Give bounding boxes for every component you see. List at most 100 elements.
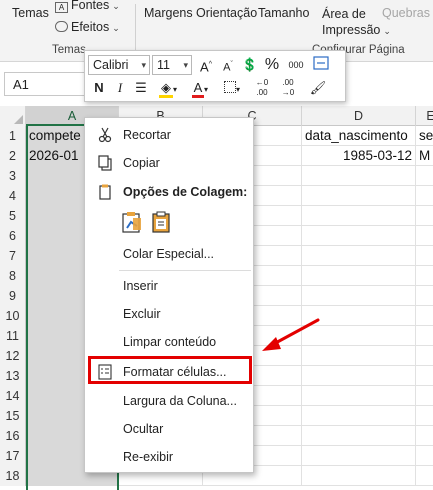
row-header[interactable]: 16 <box>0 426 26 446</box>
format-painter-icon[interactable]: 🖌 <box>307 78 329 98</box>
chevron-down-icon: ⌄ <box>383 26 391 36</box>
tamanho-button[interactable]: Tamanho <box>258 6 309 20</box>
cell-d[interactable] <box>302 246 416 266</box>
cell-e[interactable] <box>416 286 433 306</box>
decrease-font-icon[interactable]: Aˇ <box>219 55 237 75</box>
cell-e[interactable] <box>416 406 433 426</box>
cell-d[interactable]: 1985-03-12 <box>302 146 416 166</box>
menu-item-colar-especial[interactable]: Colar Especial... <box>86 241 252 267</box>
menu-item-formatar-celulas[interactable]: Formatar células... <box>86 359 252 385</box>
menu-item-recortar[interactable]: Recortar <box>86 122 252 148</box>
cell-d[interactable] <box>302 286 416 306</box>
cell-d[interactable] <box>302 226 416 246</box>
increase-decimal-icon[interactable]: ←0.00 <box>251 78 273 98</box>
font-name-select[interactable]: Calibri ▾ <box>88 55 150 75</box>
merge-center-icon[interactable] <box>311 55 331 75</box>
row-header[interactable]: 1 <box>0 126 26 146</box>
menu-item-limpar-conteudo[interactable]: Limpar conteúdo <box>86 329 252 355</box>
cell-e[interactable] <box>416 306 433 326</box>
cell-e[interactable] <box>416 226 433 246</box>
cell-d[interactable] <box>302 326 416 346</box>
temas-button[interactable]: Temas <box>12 6 49 20</box>
cell-d[interactable] <box>302 406 416 426</box>
font-color-icon[interactable]: A ▾ <box>187 78 213 98</box>
scissors-icon <box>98 127 112 143</box>
area-impressao-button[interactable]: Área de Impressão ⌄ <box>322 6 391 39</box>
cell-e[interactable]: M <box>416 146 433 166</box>
cell-e[interactable] <box>416 326 433 346</box>
cell-e[interactable] <box>416 246 433 266</box>
select-all-corner[interactable] <box>0 106 26 126</box>
chevron-down-icon: ⌄ <box>112 23 120 33</box>
row-header[interactable]: 11 <box>0 326 26 346</box>
row-header[interactable]: 3 <box>0 166 26 186</box>
paste-icon[interactable] <box>151 210 173 234</box>
cell-d[interactable] <box>302 266 416 286</box>
bold-button[interactable]: N <box>91 78 107 98</box>
cell-e[interactable]: se <box>416 126 433 146</box>
row-header[interactable]: 5 <box>0 206 26 226</box>
row-header[interactable]: 6 <box>0 226 26 246</box>
cell-d[interactable] <box>302 206 416 226</box>
row-header[interactable]: 18 <box>0 466 26 486</box>
cell-d[interactable] <box>302 186 416 206</box>
row-header[interactable]: 10 <box>0 306 26 326</box>
cell-d[interactable] <box>302 166 416 186</box>
cell-d[interactable] <box>302 386 416 406</box>
row-header[interactable]: 7 <box>0 246 26 266</box>
cell-e[interactable] <box>416 266 433 286</box>
cell-e[interactable] <box>416 346 433 366</box>
cell-e[interactable] <box>416 186 433 206</box>
paste-formulas-icon[interactable] <box>121 210 143 234</box>
cell-d[interactable] <box>302 306 416 326</box>
comma-style-icon[interactable]: 000 <box>285 55 307 75</box>
row-header[interactable]: 2 <box>0 146 26 166</box>
italic-button[interactable]: I <box>112 78 128 98</box>
cell-e[interactable] <box>416 166 433 186</box>
cell-e[interactable] <box>416 426 433 446</box>
column-header-d[interactable]: D <box>302 106 416 126</box>
cell-e[interactable] <box>416 366 433 386</box>
increase-font-icon[interactable]: A^ <box>197 55 215 75</box>
menu-item-largura-coluna[interactable]: Largura da Coluna... <box>86 388 252 414</box>
cell-e[interactable] <box>416 446 433 466</box>
menu-item-excluir[interactable]: Excluir <box>86 301 252 327</box>
efeitos-button[interactable]: Efeitos ⌄ <box>55 20 120 34</box>
decrease-decimal-icon[interactable]: .00 →0 <box>277 78 299 98</box>
menu-separator <box>119 357 251 358</box>
cell-d[interactable] <box>302 446 416 466</box>
borders-icon[interactable]: ▾ <box>219 78 245 98</box>
margens-button[interactable]: Margens <box>144 6 193 20</box>
fill-color-icon[interactable]: ◈ ▾ <box>155 78 181 98</box>
column-header-e[interactable]: E <box>416 106 433 126</box>
font-size-select[interactable]: 11 ▾ <box>152 55 192 75</box>
row-header[interactable]: 13 <box>0 366 26 386</box>
cell-d[interactable]: data_nascimento <box>302 126 416 146</box>
cell-d[interactable] <box>302 466 416 486</box>
cell-d[interactable] <box>302 346 416 366</box>
row-header[interactable]: 8 <box>0 266 26 286</box>
cell-e[interactable] <box>416 206 433 226</box>
row-header[interactable]: 17 <box>0 446 26 466</box>
cell-d[interactable] <box>302 366 416 386</box>
row-header[interactable]: 4 <box>0 186 26 206</box>
menu-item-reexibir[interactable]: Re-exibir <box>86 444 252 470</box>
row-header[interactable]: 9 <box>0 286 26 306</box>
menu-item-inserir[interactable]: Inserir <box>86 273 252 299</box>
quebras-button[interactable]: Quebras <box>382 6 430 20</box>
orientacao-button[interactable]: Orientação <box>196 6 257 20</box>
cell-d[interactable] <box>302 426 416 446</box>
menu-label-recortar: Recortar <box>123 128 171 142</box>
row-header[interactable]: 14 <box>0 386 26 406</box>
cell-e[interactable] <box>416 466 433 486</box>
cell-e[interactable] <box>416 386 433 406</box>
percent-style-icon[interactable]: % <box>263 55 281 75</box>
align-center-icon[interactable]: ☰ <box>133 78 149 98</box>
menu-item-copiar[interactable]: Copiar <box>86 150 252 176</box>
currency-format-icon[interactable]: 💲 <box>241 55 259 75</box>
menu-item-ocultar[interactable]: Ocultar <box>86 416 252 442</box>
row-header[interactable]: 15 <box>0 406 26 426</box>
fontes-button[interactable]: A Fontes ⌄ <box>55 0 120 13</box>
row-header[interactable]: 12 <box>0 346 26 366</box>
menu-label-reexibir: Re-exibir <box>123 450 174 464</box>
